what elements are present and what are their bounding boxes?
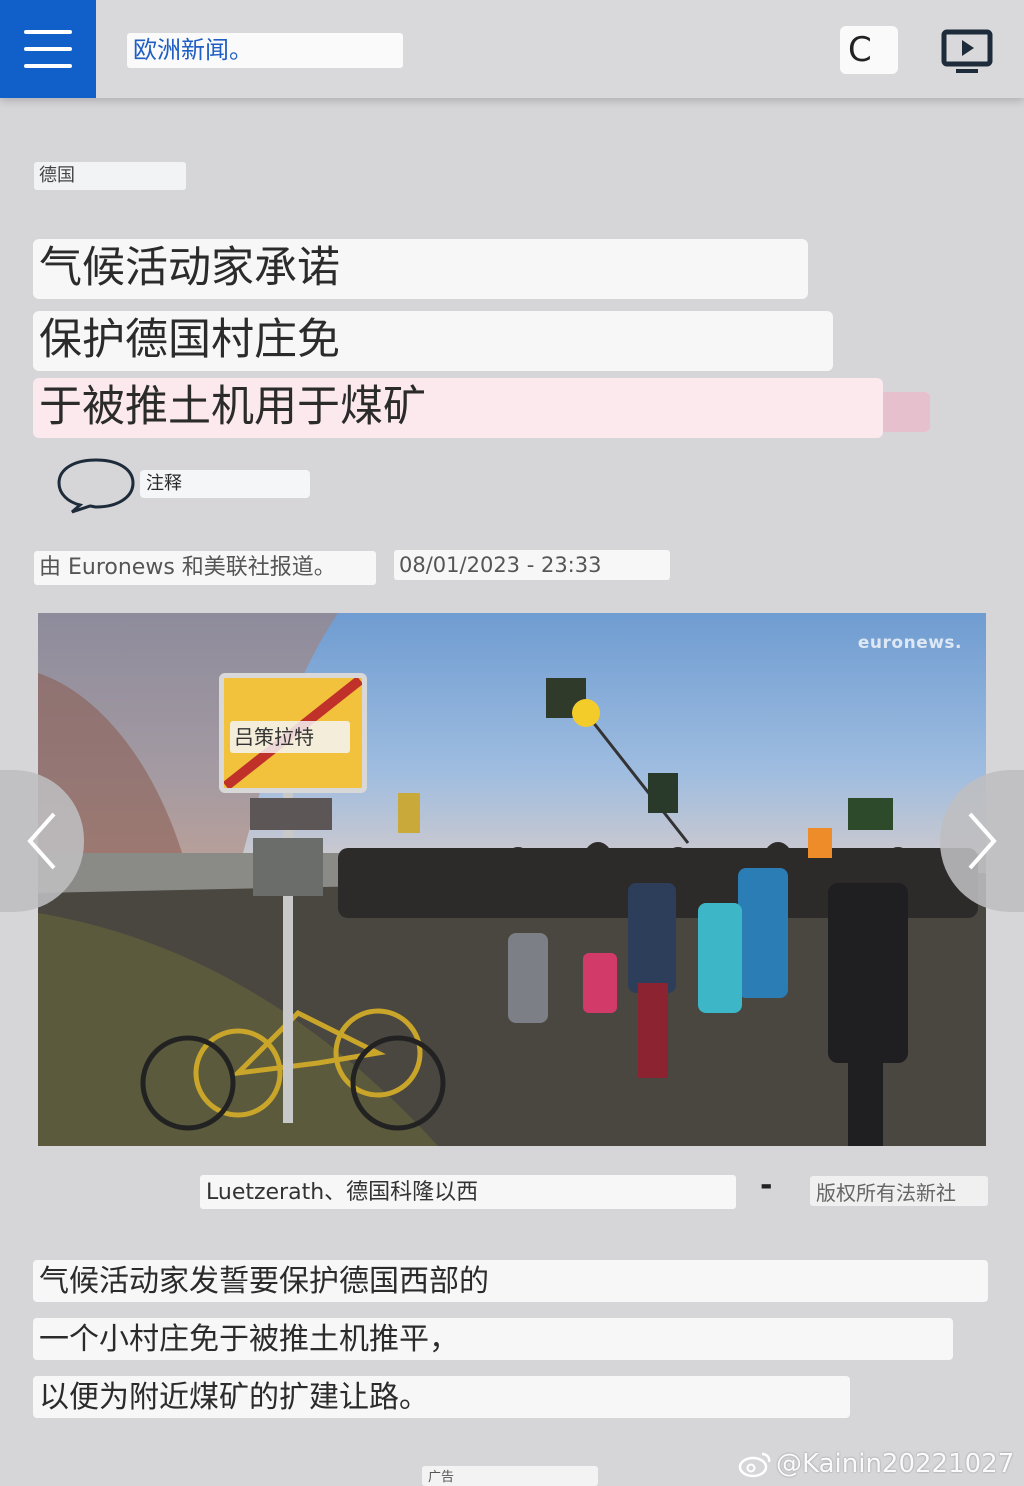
comments-link[interactable]: 注释 xyxy=(140,470,310,498)
top-bar: 欧洲新闻。 C xyxy=(0,0,1024,98)
ad-label: 广告 xyxy=(422,1466,598,1486)
menu-button[interactable] xyxy=(0,0,96,98)
headline-line-3: 于被推土机用于煤矿 xyxy=(33,378,883,438)
category-tag[interactable]: 德国 xyxy=(34,162,186,190)
live-button[interactable]: C xyxy=(840,26,898,74)
site-logo[interactable]: 欧洲新闻。 xyxy=(127,33,403,68)
headline-line-2: 保护德国村庄免 xyxy=(33,311,833,371)
chevron-right-icon xyxy=(968,812,997,870)
chevron-left-icon xyxy=(27,812,56,870)
publish-date: 08/01/2023 - 23:33 xyxy=(394,550,670,580)
body-line-1: 气候活动家发誓要保护德国西部的 xyxy=(33,1260,988,1302)
image-caption: Luetzerath、德国科隆以西 xyxy=(200,1175,736,1209)
protest-scene-illustration xyxy=(38,613,986,1146)
hamburger-menu-icon xyxy=(24,30,72,34)
weibo-icon xyxy=(738,1452,771,1478)
byline: 由 Euronews 和美联社报道。 xyxy=(34,551,376,585)
headline-line-1: 气候活动家承诺 xyxy=(33,239,808,299)
tv-play-icon[interactable] xyxy=(940,28,994,76)
social-watermark: @Kainin20221027 xyxy=(738,1444,1014,1484)
body-line-3: 以便为附近煤矿的扩建让路。 xyxy=(33,1376,850,1418)
article-image[interactable]: euronews. 吕策拉特 xyxy=(38,613,986,1146)
town-sign-label: 吕策拉特 xyxy=(230,721,350,753)
highlight-mark xyxy=(880,392,930,432)
body-line-2: 一个小村庄免于被推土机推平， xyxy=(33,1318,953,1360)
image-credit: 版权所有法新社 xyxy=(810,1176,988,1206)
image-watermark: euronews. xyxy=(857,633,962,653)
page: 欧洲新闻。 C 德国 气候活动家承诺 保护德国村庄免 于被推土机用于煤矿 注释 … xyxy=(0,0,1024,1486)
comment-bubble-icon[interactable] xyxy=(56,456,136,514)
caption-separator: - xyxy=(760,1168,773,1203)
social-handle: @Kainin20221027 xyxy=(776,1449,1015,1479)
